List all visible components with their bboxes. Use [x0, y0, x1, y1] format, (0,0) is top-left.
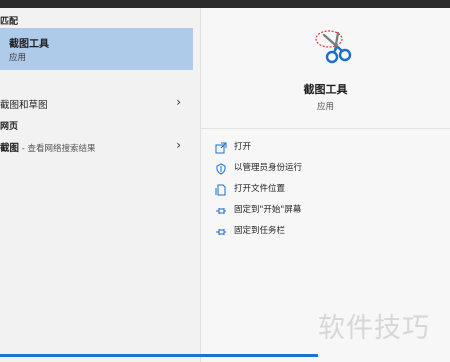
best-match-title: 截图工具	[9, 39, 49, 50]
web-search-suffix: - 查看网络搜索结果	[19, 144, 96, 154]
pin-icon	[215, 202, 227, 214]
pin-to-taskbar-action[interactable]: 固定到任务栏	[215, 223, 435, 239]
web-search-row[interactable]: 截图 - 查看网络搜索结果 ›	[0, 136, 193, 156]
best-match-result[interactable]: 截图工具 应用	[0, 28, 193, 70]
app-title: 截图工具	[303, 83, 348, 96]
window-top-bar	[0, 0, 450, 8]
run-as-admin-label: 以管理员身份运行	[234, 163, 303, 173]
pin-to-start-label: 固定到"开始"屏幕	[234, 205, 302, 215]
chevron-right-icon[interactable]: ›	[176, 138, 181, 152]
open-label: 打开	[234, 142, 252, 152]
web-search-text: 截图 - 查看网络搜索结果	[0, 140, 96, 154]
pin-to-taskbar-label: 固定到任务栏	[234, 226, 286, 236]
run-as-admin-icon	[215, 160, 227, 175]
web-search-query: 截图	[0, 143, 20, 154]
app-result-row[interactable]: 截图和草图 ›	[0, 93, 193, 113]
watermark: 软件技巧	[318, 313, 430, 344]
open-file-location-label: 打开文件位置	[234, 184, 286, 194]
search-box-accent	[0, 354, 318, 357]
search-results-pane: 匹配 截图工具 应用 截图和草图 › 网页 截图 - 查看网络搜索结果 ›	[0, 8, 200, 362]
best-match-heading: 匹配	[0, 17, 19, 27]
best-match-subtitle: 应用	[9, 53, 27, 63]
details-separator	[201, 128, 450, 129]
chevron-right-icon[interactable]: ›	[176, 95, 181, 109]
open-action[interactable]: 打开	[215, 139, 435, 155]
app-type: 应用	[316, 102, 334, 112]
file-location-icon	[215, 181, 227, 196]
app-result-label: 截图和草图	[0, 100, 48, 111]
web-heading: 网页	[0, 122, 19, 132]
pin-icon	[215, 223, 227, 235]
pin-to-start-action[interactable]: 固定到"开始"屏幕	[215, 202, 435, 218]
open-file-location-action[interactable]: 打开文件位置	[215, 181, 435, 197]
snipping-tool-scissors-icon	[314, 26, 356, 66]
run-as-admin-action[interactable]: 以管理员身份运行	[215, 160, 435, 176]
open-icon	[215, 139, 227, 154]
